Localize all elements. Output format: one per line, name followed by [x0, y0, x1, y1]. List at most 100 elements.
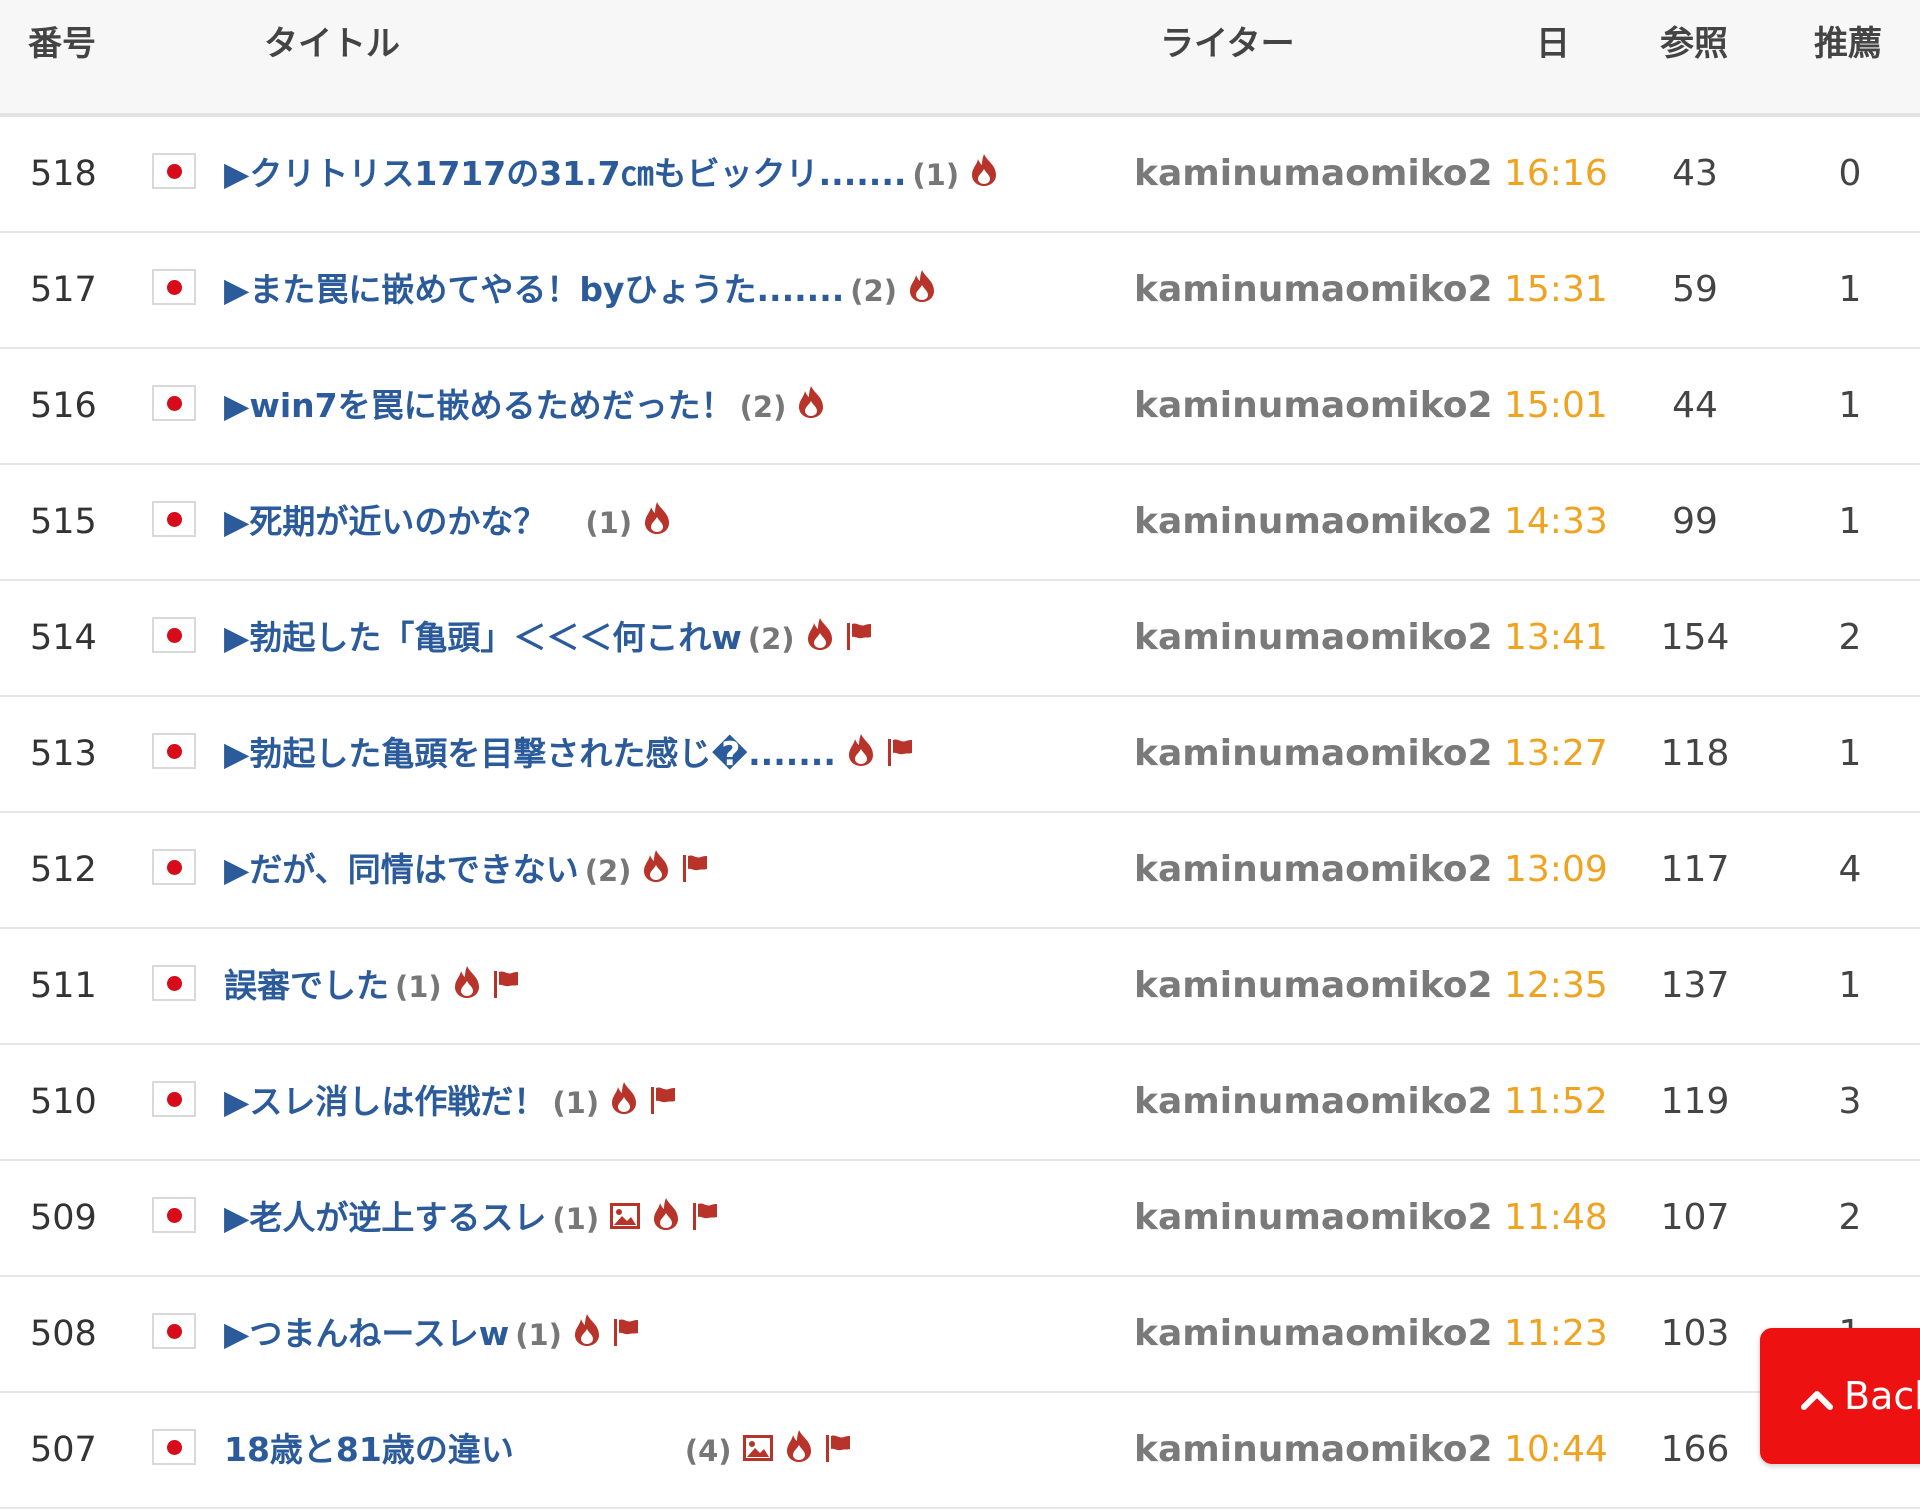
post-views: 117: [1660, 849, 1730, 890]
fire-icon: [969, 119, 999, 233]
post-number: 511: [30, 966, 97, 1006]
header-number: 番号: [28, 24, 96, 64]
table-row[interactable]: 512 ▶だが、同情はできない (2) kaminumaomiko2 13:09 117 4: [0, 813, 1920, 929]
japan-flag-icon: [152, 269, 196, 305]
post-views: 59: [1672, 269, 1718, 310]
flag-icon[interactable]: [886, 699, 914, 813]
post-title-link[interactable]: 誤審でした (1): [224, 929, 520, 1043]
post-title-link[interactable]: ▶勃起した亀頭を目撃された感じ�.......: [224, 697, 914, 811]
post-date: 10:44: [1504, 1429, 1608, 1470]
post-date: 13:27: [1504, 733, 1608, 774]
post-title[interactable]: 誤審でした: [224, 966, 389, 1005]
table-row[interactable]: 516 ▶win7を罠に嵌めるためだった！ (2) kaminumaomiko2 15:…: [0, 349, 1920, 465]
post-number: 509: [30, 1198, 97, 1238]
japan-flag-icon: [152, 849, 196, 885]
japan-flag-icon: [152, 1313, 196, 1349]
post-writer[interactable]: kaminumaomiko2: [1134, 117, 1493, 231]
post-title-link[interactable]: ▶つまんねースレw (1): [224, 1277, 640, 1391]
post-title-link[interactable]: ▶死期が近いのかな？ (1): [224, 465, 672, 579]
post-recommend: 1: [1838, 733, 1862, 774]
flag-icon[interactable]: [824, 1395, 852, 1509]
post-writer[interactable]: kaminumaomiko2: [1134, 581, 1493, 695]
post-writer[interactable]: kaminumaomiko2: [1134, 349, 1493, 463]
post-number: 518: [30, 154, 97, 194]
post-title-link[interactable]: ▶だが、同情はできない (2): [224, 813, 709, 927]
post-title-link[interactable]: ▶また罠に嵌めてやる！byひょうた....... (2): [224, 233, 937, 347]
post-views: 44: [1672, 385, 1718, 426]
flag-icon[interactable]: [649, 1047, 677, 1161]
post-writer[interactable]: kaminumaomiko2: [1134, 813, 1493, 927]
post-recommend: 1: [1838, 385, 1862, 426]
table-row[interactable]: 510 ▶スレ消しは作戦だ！ (1) kaminumaomiko2 11:52 119 3: [0, 1045, 1920, 1161]
post-title-link[interactable]: 18歳と81歳の違い (4): [224, 1393, 852, 1507]
post-writer[interactable]: kaminumaomiko2: [1134, 465, 1493, 579]
comment-count: (2): [584, 854, 632, 888]
post-title-link[interactable]: ▶老人が逆上するスレ (1): [224, 1161, 719, 1275]
post-title-link[interactable]: ▶win7を罠に嵌めるためだった！ (2): [224, 349, 826, 463]
flag-icon[interactable]: [681, 815, 709, 929]
post-writer[interactable]: kaminumaomiko2: [1134, 1045, 1493, 1159]
flag-icon[interactable]: [612, 1279, 640, 1393]
table-row[interactable]: 509 ▶老人が逆上するスレ (1) kaminumaomiko2 11:48 107 2: [0, 1161, 1920, 1277]
table-row[interactable]: 508▶つまんねースレw(1)kaminumaomiko211:231031: [0, 1277, 1920, 1393]
back-label: Back: [1844, 1374, 1920, 1418]
post-title-link[interactable]: ▶勃起した「亀頭」＜＜＜何これw (2): [224, 581, 873, 695]
post-number: 507: [30, 1430, 97, 1470]
post-date: 15:31: [1504, 269, 1608, 310]
flag-icon[interactable]: [492, 931, 520, 1045]
post-views: 137: [1660, 965, 1730, 1006]
post-title[interactable]: ▶死期が近いのかな？: [224, 502, 579, 541]
japan-flag-icon: [152, 617, 196, 653]
table-row[interactable]: 513 ▶勃起した亀頭を目撃された感じ�....... kaminumaomiko2…: [0, 697, 1920, 813]
table-row[interactable]: 511 誤審でした (1) kaminumaomiko2 12:35 137 1: [0, 929, 1920, 1045]
fire-icon: [784, 1395, 814, 1509]
post-date: 14:33: [1504, 501, 1608, 542]
comment-count: (1): [515, 1318, 562, 1352]
comment-count: (2): [739, 390, 787, 424]
fire-icon: [796, 351, 826, 465]
post-title[interactable]: ▶クリトリス1717の31.7㎝もビックリ.......: [224, 154, 906, 193]
post-date: 11:48: [1504, 1197, 1608, 1238]
image-icon: [609, 1163, 641, 1277]
table-row[interactable]: 507 18歳と81歳の違い (4) kaminumaomiko2 10:44 166: [0, 1393, 1920, 1509]
post-views: 43: [1672, 153, 1718, 194]
comment-count: (1): [552, 1086, 600, 1120]
post-title[interactable]: ▶勃起した「亀頭」＜＜＜何これw: [224, 618, 742, 657]
header-date: 日: [1536, 24, 1570, 64]
table-row[interactable]: 518 ▶クリトリス1717の31.7㎝もビックリ....... (1) kaminu…: [0, 117, 1920, 233]
table-row[interactable]: 514 ▶勃起した「亀頭」＜＜＜何これw (2) kaminumaomiko2 13:4…: [0, 581, 1920, 697]
post-title[interactable]: ▶win7を罠に嵌めるためだった！: [224, 386, 734, 425]
post-writer[interactable]: kaminumaomiko2: [1134, 929, 1493, 1043]
post-writer[interactable]: kaminumaomiko2: [1134, 1393, 1493, 1507]
header-title: タイトル: [264, 24, 400, 64]
post-recommend: 2: [1838, 1197, 1862, 1238]
post-title-link[interactable]: ▶クリトリス1717の31.7㎝もビックリ....... (1): [224, 117, 999, 231]
header-recommend: 推薦: [1814, 24, 1882, 64]
flag-icon[interactable]: [691, 1163, 719, 1277]
table-row[interactable]: 517 ▶また罠に嵌めてやる！byひょうた....... (2) kaminumaom…: [0, 233, 1920, 349]
post-title[interactable]: ▶つまんねースレw: [224, 1314, 509, 1353]
post-title-link[interactable]: ▶スレ消しは作戦だ！ (1): [224, 1045, 677, 1159]
post-title[interactable]: ▶老人が逆上するスレ: [224, 1198, 546, 1237]
post-title[interactable]: ▶だが、同情はできない: [224, 850, 579, 889]
post-writer[interactable]: kaminumaomiko2: [1134, 1277, 1493, 1391]
post-views: 118: [1660, 733, 1730, 774]
post-writer[interactable]: kaminumaomiko2: [1134, 697, 1493, 811]
post-title[interactable]: ▶また罠に嵌めてやる！byひょうた.......: [224, 270, 844, 309]
post-writer[interactable]: kaminumaomiko2: [1134, 233, 1493, 347]
post-recommend: 0: [1838, 153, 1862, 194]
japan-flag-icon: [152, 385, 196, 421]
post-number: 512: [30, 850, 97, 890]
post-writer[interactable]: kaminumaomiko2: [1134, 1161, 1493, 1275]
back-to-top-button[interactable]: Back: [1760, 1328, 1920, 1464]
image-icon: [742, 1395, 774, 1509]
table-row[interactable]: 515 ▶死期が近いのかな？ (1) kaminumaomiko2 14:33 99 1: [0, 465, 1920, 581]
post-title[interactable]: ▶スレ消しは作戦だ！: [224, 1082, 546, 1121]
flag-icon[interactable]: [845, 583, 873, 697]
post-number: 517: [30, 270, 97, 310]
post-recommend: 4: [1838, 849, 1862, 890]
post-views: 99: [1672, 501, 1718, 542]
comment-count: (1): [912, 158, 960, 192]
post-title[interactable]: ▶勃起した亀頭を目撃された感じ�.......: [224, 734, 836, 773]
post-title[interactable]: 18歳と81歳の違い: [224, 1430, 679, 1469]
